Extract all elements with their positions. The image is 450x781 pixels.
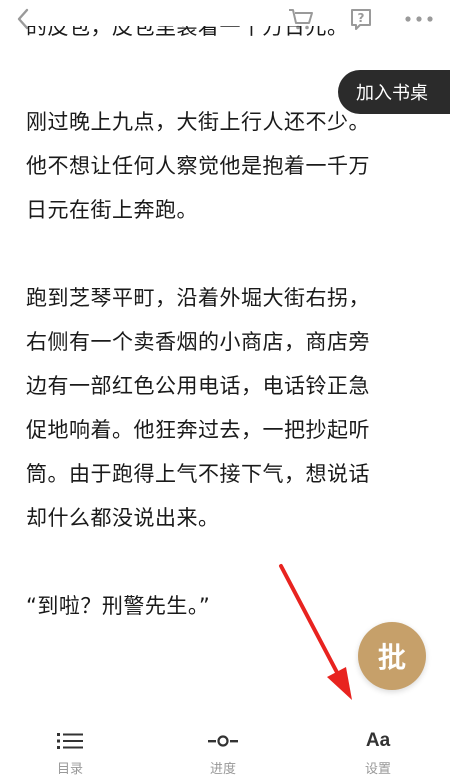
text-line: 筒。由于跑得上气不接下气，想说话 — [26, 462, 370, 486]
add-to-desk-button[interactable]: 加入书桌 — [338, 70, 450, 114]
bottom-nav: 目录 进度 Aa 设置 — [0, 718, 450, 781]
tab-toc[interactable]: 目录 — [30, 728, 110, 777]
svg-text:?: ? — [358, 11, 365, 25]
progress-icon — [183, 728, 263, 754]
text-line: 促地响着。他狂奔过去，一把抄起听 — [26, 418, 370, 442]
chapter-text: 的皮包，皮包里装着一千万日元。 刚过晚上九点，大街上行人还不少。 他不想让任何人… — [26, 26, 436, 628]
tab-settings[interactable]: Aa 设置 — [338, 728, 418, 777]
text-line-partial: 的皮包，皮包里装着一千万日元。 — [26, 26, 349, 39]
text-line: 跑到芝琴平町，沿着外堀大街右拐， — [26, 286, 370, 310]
annotate-button[interactable]: 批 — [358, 622, 426, 690]
tab-progress[interactable]: 进度 — [183, 728, 263, 777]
tab-progress-label: 进度 — [209, 762, 236, 777]
text-line: 右侧有一个卖香烟的小商店，商店旁 — [26, 330, 370, 354]
font-size-icon: Aa — [365, 730, 391, 751]
tab-settings-label: 设置 — [364, 762, 391, 777]
text-line: 边有一部红色公用电话，电话铃正急 — [26, 374, 370, 398]
text-line: 日元在街上奔跑。 — [26, 198, 198, 222]
tab-toc-label: 目录 — [56, 762, 83, 777]
text-line: “到啦？刑警先生。” — [26, 594, 211, 618]
list-icon — [30, 728, 110, 754]
text-line: 却什么都没说出来。 — [26, 506, 220, 530]
text-line: 他不想让任何人察觉他是抱着一千万 — [26, 154, 370, 178]
